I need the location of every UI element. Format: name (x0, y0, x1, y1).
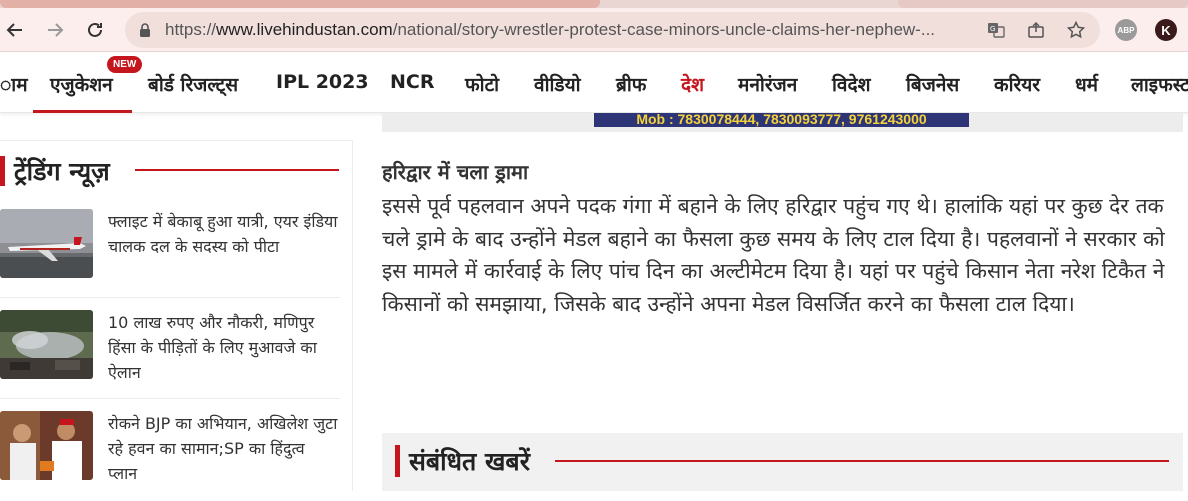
news-thumbnail-airplane[interactable] (0, 209, 93, 278)
translate-icon[interactable]: G (986, 20, 1006, 40)
url-host: www.livehindustan.com (216, 20, 393, 39)
nav-item-religion[interactable]: धर्म (1075, 71, 1098, 97)
nav-item-desh[interactable]: देश (681, 71, 704, 97)
browser-toolbar: https://www.livehindustan.com/national/s… (0, 8, 1188, 52)
tab-strip (0, 0, 1188, 8)
divider (0, 297, 340, 298)
inactive-tab[interactable] (898, 0, 1188, 8)
site-nav: ाम एजुकेशन NEW बोर्ड रिजल्ट्स IPL 2023 N… (0, 53, 1188, 113)
nav-item-career[interactable]: करियर (994, 71, 1040, 97)
nav-item-education[interactable]: एजुकेशन (50, 71, 113, 97)
divider (0, 398, 340, 399)
title-rule (555, 460, 1169, 462)
bookmark-star-icon[interactable] (1066, 20, 1086, 40)
nav-item-business[interactable]: बिजनेस (906, 71, 959, 97)
nav-item-brief[interactable]: ब्रीफ (616, 71, 646, 97)
svg-text:G: G (990, 25, 995, 33)
nav-item-board-results[interactable]: बोर्ड रिजल्ट्स (148, 71, 238, 97)
ad-phone-text: Mob : 7830078444, 7830093777, 9761243000 (594, 113, 969, 127)
address-bar[interactable]: https://www.livehindustan.com/national/s… (125, 12, 1100, 48)
forward-arrow-icon[interactable] (43, 18, 67, 42)
new-badge: NEW (107, 56, 143, 73)
active-tab[interactable] (0, 0, 600, 8)
news-headline[interactable]: 10 लाख रुपए और नौकरी, मणिपुर हिंसा के पी… (108, 310, 338, 385)
article-body: इससे पूर्व पहलवान अपने पदक गंगा में बहान… (382, 194, 1165, 316)
profile-avatar[interactable]: K (1155, 19, 1177, 41)
title-accent-bar (0, 156, 5, 186)
back-arrow-icon[interactable] (3, 18, 27, 42)
lock-icon[interactable] (139, 23, 151, 37)
nav-item-photo[interactable]: फोटो (465, 71, 499, 97)
news-headline[interactable]: फ्लाइट में बेकाबू हुआ यात्री, एयर इंडिया… (108, 209, 338, 259)
nav-item-video[interactable]: वीडियो (534, 71, 581, 97)
active-nav-underline (33, 110, 132, 113)
nav-item-world[interactable]: विदेश (832, 71, 871, 97)
news-item[interactable]: रोकने BJP का अभियान, अखिलेश जुटा रहे हवन… (0, 411, 340, 501)
news-thumbnail-smoke[interactable] (0, 310, 93, 379)
reload-icon[interactable] (83, 18, 107, 42)
ad-banner[interactable]: Mob : 7830078444, 7830093777, 9761243000 (382, 113, 1183, 132)
url-path: /national/story-wrestler-protest-case-mi… (392, 20, 936, 39)
url-text[interactable]: https://www.livehindustan.com/national/s… (165, 12, 1010, 48)
news-item[interactable]: 10 लाख रुपए और नौकरी, मणिपुर हिंसा के पी… (0, 310, 340, 400)
share-icon[interactable] (1026, 20, 1046, 40)
news-headline[interactable]: रोकने BJP का अभियान, अखिलेश जुटा रहे हवन… (108, 411, 338, 486)
title-accent-bar (395, 445, 400, 477)
news-thumbnail-leaders[interactable] (0, 411, 93, 480)
adblock-extension-icon[interactable]: ABP (1115, 19, 1137, 41)
title-rule (135, 169, 339, 171)
news-item[interactable]: फ्लाइट में बेकाबू हुआ यात्री, एयर इंडिया… (0, 209, 340, 299)
trending-news-sidebar: ट्रेंडिंग न्यूज़ फ्लाइट में बेकाबू हुआ य… (0, 140, 353, 491)
nav-item-ncr[interactable]: NCR (390, 71, 434, 93)
article-subheading: हरिद्वार में चला ड्रामा (382, 160, 529, 184)
url-scheme: https:// (165, 20, 217, 39)
trending-title-text: ट्रेंडिंग न्यूज़ (14, 157, 110, 186)
related-news-title: संबंधित खबरें (409, 447, 530, 476)
nav-item-lifestyle[interactable]: लाइफस्ट (1131, 71, 1188, 97)
trending-title: ट्रेंडिंग न्यूज़ (0, 153, 110, 189)
related-news-section: संबंधित खबरें (382, 433, 1183, 491)
nav-item-ipl[interactable]: IPL 2023 (276, 71, 369, 93)
nav-item-partial[interactable]: ाम (0, 71, 28, 97)
nav-item-entertainment[interactable]: मनोरंजन (738, 71, 797, 97)
